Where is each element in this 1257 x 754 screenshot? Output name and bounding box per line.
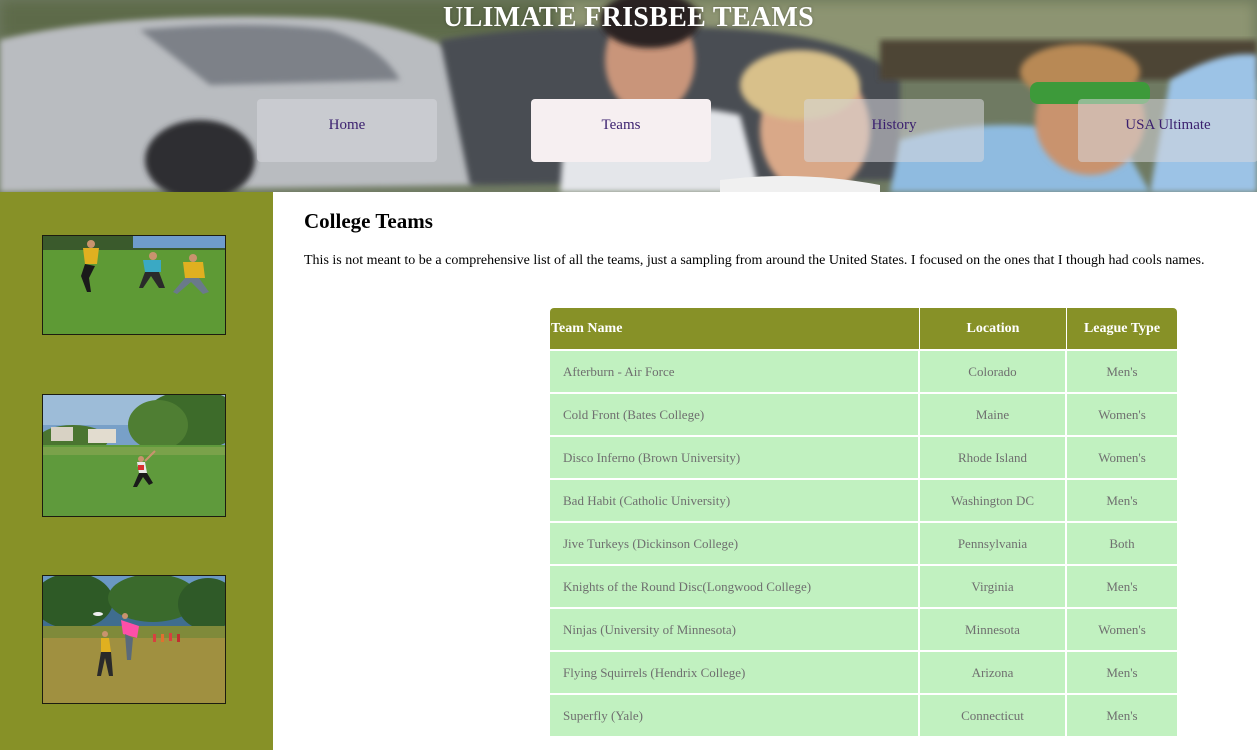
cell-league-type: Men's xyxy=(1067,564,1177,607)
cell-location: Maine xyxy=(920,392,1067,435)
nav-teams-label: Teams xyxy=(601,117,641,133)
nav-teams-button[interactable]: Teams xyxy=(531,99,711,162)
cell-league-type: Women's xyxy=(1067,392,1177,435)
cell-team-name: Jive Turkeys (Dickinson College) xyxy=(550,521,920,564)
table-row: Ninjas (University of Minnesota) Minneso… xyxy=(550,607,1177,650)
cell-team-name: Afterburn - Air Force xyxy=(550,349,920,392)
cell-team-name: Knights of the Round Disc(Longwood Colle… xyxy=(550,564,920,607)
cell-league-type: Men's xyxy=(1067,478,1177,521)
cell-league-type: Men's xyxy=(1067,349,1177,392)
cell-league-type: Women's xyxy=(1067,607,1177,650)
sidebar-photo-3 xyxy=(42,575,226,704)
sidebar-photo-2 xyxy=(42,394,226,517)
cell-league-type: Men's xyxy=(1067,650,1177,693)
header-location: Location xyxy=(920,308,1067,349)
intro-text: This is not meant to be a comprehensive … xyxy=(304,253,1205,268)
cell-location: Colorado xyxy=(920,349,1067,392)
nav-history-label: History xyxy=(871,117,917,133)
cell-location: Rhode Island xyxy=(920,435,1067,478)
site-title: ULIMATE FRISBEE TEAMS xyxy=(443,2,814,33)
cell-location: Washington DC xyxy=(920,478,1067,521)
nav-home-label: Home xyxy=(328,117,366,133)
sidebar xyxy=(0,192,273,750)
cell-location: Connecticut xyxy=(920,693,1067,736)
header-team-name: Team Name xyxy=(550,308,920,349)
cell-team-name: Disco Inferno (Brown University) xyxy=(550,435,920,478)
nav-usa-ultimate-button[interactable]: USA Ultimate xyxy=(1078,99,1257,162)
cell-team-name: Bad Habit (Catholic University) xyxy=(550,478,920,521)
cell-team-name: Superfly (Yale) xyxy=(550,693,920,736)
table-row: Jive Turkeys (Dickinson College) Pennsyl… xyxy=(550,521,1177,564)
table-row: Superfly (Yale) Connecticut Men's xyxy=(550,693,1177,736)
header-league-type: League Type xyxy=(1067,308,1177,349)
cell-team-name: Cold Front (Bates College) xyxy=(550,392,920,435)
cell-location: Virginia xyxy=(920,564,1067,607)
table-row: Flying Squirrels (Hendrix College) Arizo… xyxy=(550,650,1177,693)
cell-location: Minnesota xyxy=(920,607,1067,650)
cell-league-type: Women's xyxy=(1067,435,1177,478)
cell-location: Arizona xyxy=(920,650,1067,693)
table-row: Afterburn - Air Force Colorado Men's xyxy=(550,349,1177,392)
header-banner: ULIMATE FRISBEE TEAMS Home Teams History… xyxy=(0,0,1257,192)
table-row: Disco Inferno (Brown University) Rhode I… xyxy=(550,435,1177,478)
table-row: Knights of the Round Disc(Longwood Colle… xyxy=(550,564,1177,607)
cell-league-type: Both xyxy=(1067,521,1177,564)
table-header-row: Team Name Location League Type xyxy=(550,308,1177,349)
nav-history-button[interactable]: History xyxy=(804,99,984,162)
page-heading: College Teams xyxy=(304,209,433,233)
cell-location: Pennsylvania xyxy=(920,521,1067,564)
cell-team-name: Ninjas (University of Minnesota) xyxy=(550,607,920,650)
sidebar-photo-1 xyxy=(42,235,226,335)
table-row: Bad Habit (Catholic University) Washingt… xyxy=(550,478,1177,521)
cell-league-type: Men's xyxy=(1067,693,1177,736)
teams-table: Team Name Location League Type Afterburn… xyxy=(550,308,1177,736)
nav-home-button[interactable]: Home xyxy=(257,99,437,162)
cell-team-name: Flying Squirrels (Hendrix College) xyxy=(550,650,920,693)
nav-usa-ultimate-label: USA Ultimate xyxy=(1125,117,1211,133)
table-row: Cold Front (Bates College) Maine Women's xyxy=(550,392,1177,435)
